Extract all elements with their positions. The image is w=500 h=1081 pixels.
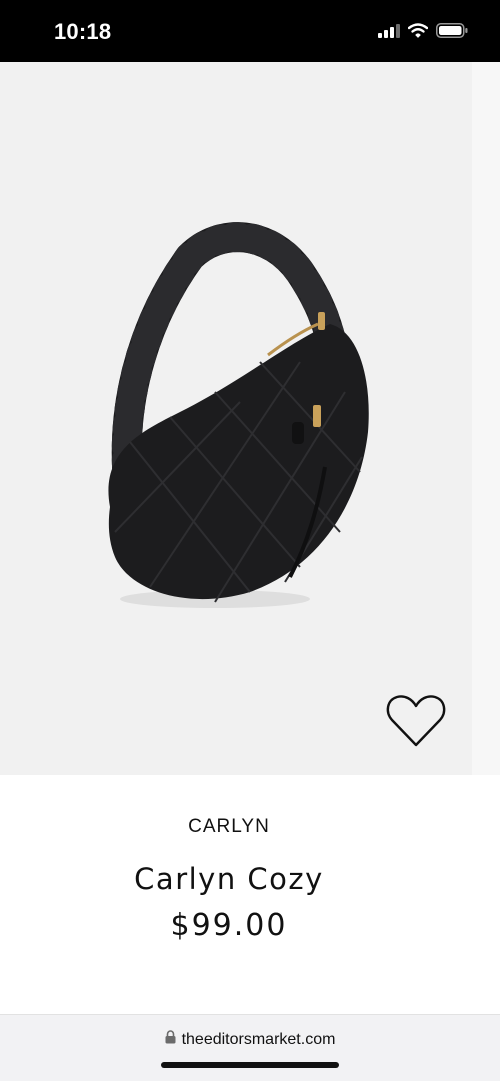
heart-outline-icon bbox=[386, 695, 446, 747]
product-bag-image bbox=[108, 222, 369, 608]
product-price: $99.00 bbox=[170, 908, 288, 943]
product-info: CARLYN Carlyn Cozy $99.00 bbox=[0, 775, 500, 1015]
status-bar: 10:18 bbox=[0, 0, 500, 62]
browser-url-bar[interactable]: theeditorsmarket.com bbox=[0, 1014, 500, 1081]
product-title: Carlyn Cozy bbox=[134, 862, 324, 896]
url-text[interactable]: theeditorsmarket.com bbox=[182, 1031, 336, 1049]
next-image-peek[interactable] bbox=[472, 62, 500, 775]
lock-icon bbox=[165, 1030, 176, 1049]
cellular-signal-icon bbox=[378, 23, 400, 43]
product-brand[interactable]: CARLYN bbox=[0, 816, 458, 838]
wifi-icon bbox=[407, 23, 429, 43]
home-indicator[interactable] bbox=[161, 1062, 339, 1068]
status-icons bbox=[378, 23, 468, 43]
product-image[interactable] bbox=[0, 62, 472, 775]
status-time: 10:18 bbox=[54, 19, 112, 44]
battery-icon bbox=[436, 23, 468, 43]
url-field[interactable]: theeditorsmarket.com bbox=[0, 1030, 500, 1049]
product-image-gallery[interactable] bbox=[0, 62, 500, 775]
wishlist-button[interactable] bbox=[384, 689, 448, 753]
